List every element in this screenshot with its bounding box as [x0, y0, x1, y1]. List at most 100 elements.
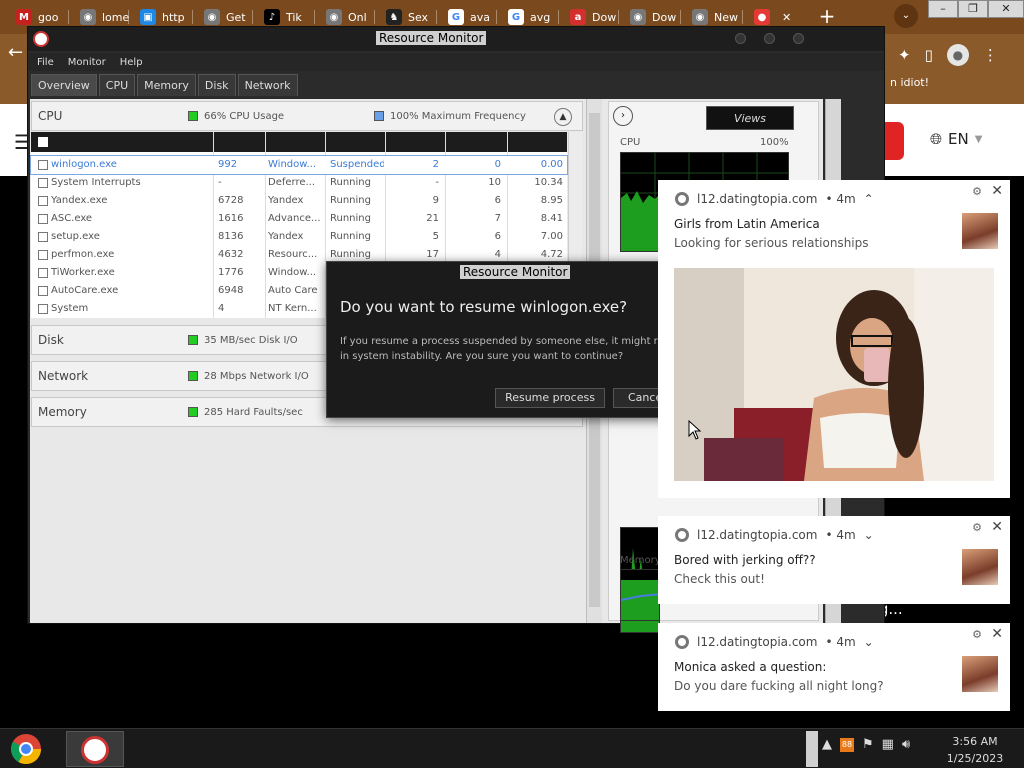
- process-threads: 9: [432, 195, 439, 206]
- browser-tab-label: Dow: [652, 10, 677, 24]
- chrome-icon: ◉: [204, 9, 220, 25]
- notification-title: Girls from Latin America: [674, 217, 820, 231]
- gear-icon[interactable]: ⚙: [972, 521, 982, 534]
- process-checkbox[interactable]: [38, 160, 48, 170]
- menu-file[interactable]: File: [37, 57, 54, 68]
- menu-kebab-icon[interactable]: ⋮: [983, 46, 998, 64]
- chevron-right-icon[interactable]: ›: [613, 106, 633, 126]
- process-status: Running: [330, 231, 371, 242]
- resource-monitor-taskbar-button[interactable]: [66, 731, 124, 767]
- chevron-down-icon[interactable]: ⌄: [864, 635, 874, 649]
- toolbar-right-icons: ✦ ▯ ● ⋮: [886, 40, 1024, 70]
- tab-network[interactable]: Network: [237, 74, 298, 96]
- process-threads: 17: [426, 249, 439, 260]
- rm-window-title: Resource Monitor: [376, 31, 487, 45]
- close-icon[interactable]: ✕: [991, 183, 1003, 199]
- clock[interactable]: 3:56 AM 1/25/2023: [930, 733, 1020, 767]
- notification-3[interactable]: l12.datingtopia.com • 4m ⌄ ⚙ ✕ Monica as…: [658, 623, 1010, 711]
- notification-time: • 4m: [825, 635, 856, 649]
- process-checkbox[interactable]: [38, 304, 48, 314]
- process-name: TiWorker.exe: [51, 267, 115, 278]
- chevron-down-icon: ▼: [974, 133, 983, 145]
- menu-monitor[interactable]: Monitor: [68, 57, 106, 68]
- process-row[interactable]: setup.exe 8136 Yandex Running 5 6 7.00: [31, 228, 567, 246]
- notification-2[interactable]: l12.datingtopia.com • 4m ⌄ ⚙ ✕ Bored wit…: [658, 516, 1010, 604]
- process-checkbox[interactable]: [38, 268, 48, 278]
- tab-separator: [742, 10, 743, 24]
- close-icon[interactable]: ✕: [991, 519, 1003, 535]
- process-checkbox[interactable]: [38, 196, 48, 206]
- rm-close-button[interactable]: [793, 33, 804, 44]
- process-row[interactable]: ASC.exe 1616 Advance... Running 21 7 8.41: [31, 210, 567, 228]
- disk-stat-text: 35 MB/sec Disk I/O: [204, 334, 298, 346]
- cpu-usage-stat: 66% CPU Usage: [188, 111, 284, 122]
- menu-help[interactable]: Help: [120, 57, 143, 68]
- close-tab-icon[interactable]: ✕: [782, 11, 791, 24]
- tab-overview[interactable]: Overview: [31, 74, 97, 96]
- process-checkbox[interactable]: [38, 178, 48, 188]
- rm-minimize-button[interactable]: [735, 33, 746, 44]
- process-checkbox[interactable]: [38, 232, 48, 242]
- process-checkbox[interactable]: [38, 214, 48, 224]
- gear-icon[interactable]: ⚙: [972, 185, 982, 198]
- tray-app-icon[interactable]: 88: [840, 737, 854, 752]
- tab-search-button[interactable]: ⌄: [894, 4, 918, 28]
- tab-cpu[interactable]: CPU: [98, 74, 136, 96]
- process-checkbox[interactable]: [38, 250, 48, 260]
- profile-avatar[interactable]: ●: [946, 44, 969, 66]
- process-table-header: [31, 132, 567, 152]
- process-status: Running: [330, 249, 371, 260]
- close-icon[interactable]: ✕: [991, 626, 1003, 642]
- tab-separator: [374, 10, 375, 24]
- process-name: setup.exe: [51, 231, 100, 242]
- process-row[interactable]: Yandex.exe 6728 Yandex Running 9 6 8.95: [31, 192, 567, 210]
- clock-time: 3:56 AM: [952, 735, 998, 748]
- extensions-icon[interactable]: ✦: [898, 46, 911, 64]
- notification-header: l12.datingtopia.com • 4m ⌄: [675, 635, 874, 649]
- minimize-button[interactable]: –: [928, 0, 958, 18]
- select-all-checkbox[interactable]: [38, 137, 48, 147]
- views-button[interactable]: Views: [706, 106, 794, 130]
- show-hidden-icons-icon[interactable]: ▲: [822, 737, 832, 752]
- network-icon[interactable]: ▦: [882, 737, 894, 752]
- process-name: winlogon.exe: [51, 159, 117, 170]
- language-selector[interactable]: 🌐︎ EN ▼: [930, 130, 982, 148]
- taskbar-scroll[interactable]: [806, 731, 818, 767]
- cpu-section-header[interactable]: CPU 66% CPU Usage 100% Maximum Frequency…: [31, 101, 583, 131]
- chevron-up-icon[interactable]: ⌃: [864, 192, 874, 206]
- process-checkbox[interactable]: [38, 286, 48, 296]
- resume-process-button[interactable]: Resume process: [495, 388, 605, 408]
- process-pid: 4632: [218, 249, 244, 260]
- flag-icon[interactable]: ⚑: [862, 737, 874, 752]
- notification-time: • 4m: [825, 528, 856, 542]
- process-row[interactable]: winlogon.exe 992 Window... Suspended 2 0 0.00: [30, 155, 568, 175]
- process-cpu: 4: [494, 249, 501, 260]
- rm-tabs: Overview CPU Memory Disk Network: [31, 74, 298, 96]
- notification-time: • 4m: [825, 192, 856, 206]
- collapse-up-icon[interactable]: ▲: [554, 108, 572, 126]
- process-avg: 8.41: [540, 213, 563, 224]
- notification-1[interactable]: l12.datingtopia.com • 4m ⌃ ⚙ ✕ Girls fro…: [658, 180, 1010, 498]
- dialog-heading: Do you want to resume winlogon.exe?: [340, 298, 628, 316]
- close-window-button[interactable]: ✕: [988, 0, 1024, 18]
- notification-photo: [674, 268, 994, 481]
- maximize-button[interactable]: ❐: [958, 0, 988, 18]
- tab-disk[interactable]: Disk: [197, 74, 236, 96]
- back-arrow-icon[interactable]: ←: [8, 42, 23, 63]
- tab-memory[interactable]: Memory: [137, 74, 196, 96]
- process-row[interactable]: System Interrupts - Deferre... Running - 10 10…: [31, 174, 567, 192]
- process-avg: 4.72: [540, 249, 563, 260]
- dialog-body: If you resume a process suspended by som…: [340, 334, 680, 364]
- tab-separator: [314, 10, 315, 24]
- chrome-taskbar-icon[interactable]: [7, 731, 45, 767]
- bookmark-text[interactable]: n idiot!: [890, 76, 929, 89]
- browser-tab-label: New: [714, 10, 738, 24]
- chevron-down-icon[interactable]: ⌄: [864, 528, 874, 542]
- volume-icon[interactable]: 🔊︎: [902, 737, 910, 752]
- side-panel-icon[interactable]: ▯: [925, 46, 933, 64]
- rm-maximize-button[interactable]: [764, 33, 775, 44]
- notification-message: Do you dare fucking all night long?: [674, 679, 884, 693]
- notification-source: l12.datingtopia.com: [697, 528, 818, 542]
- rm-titlebar[interactable]: Resource Monitor: [28, 27, 884, 51]
- gear-icon[interactable]: ⚙: [972, 628, 982, 641]
